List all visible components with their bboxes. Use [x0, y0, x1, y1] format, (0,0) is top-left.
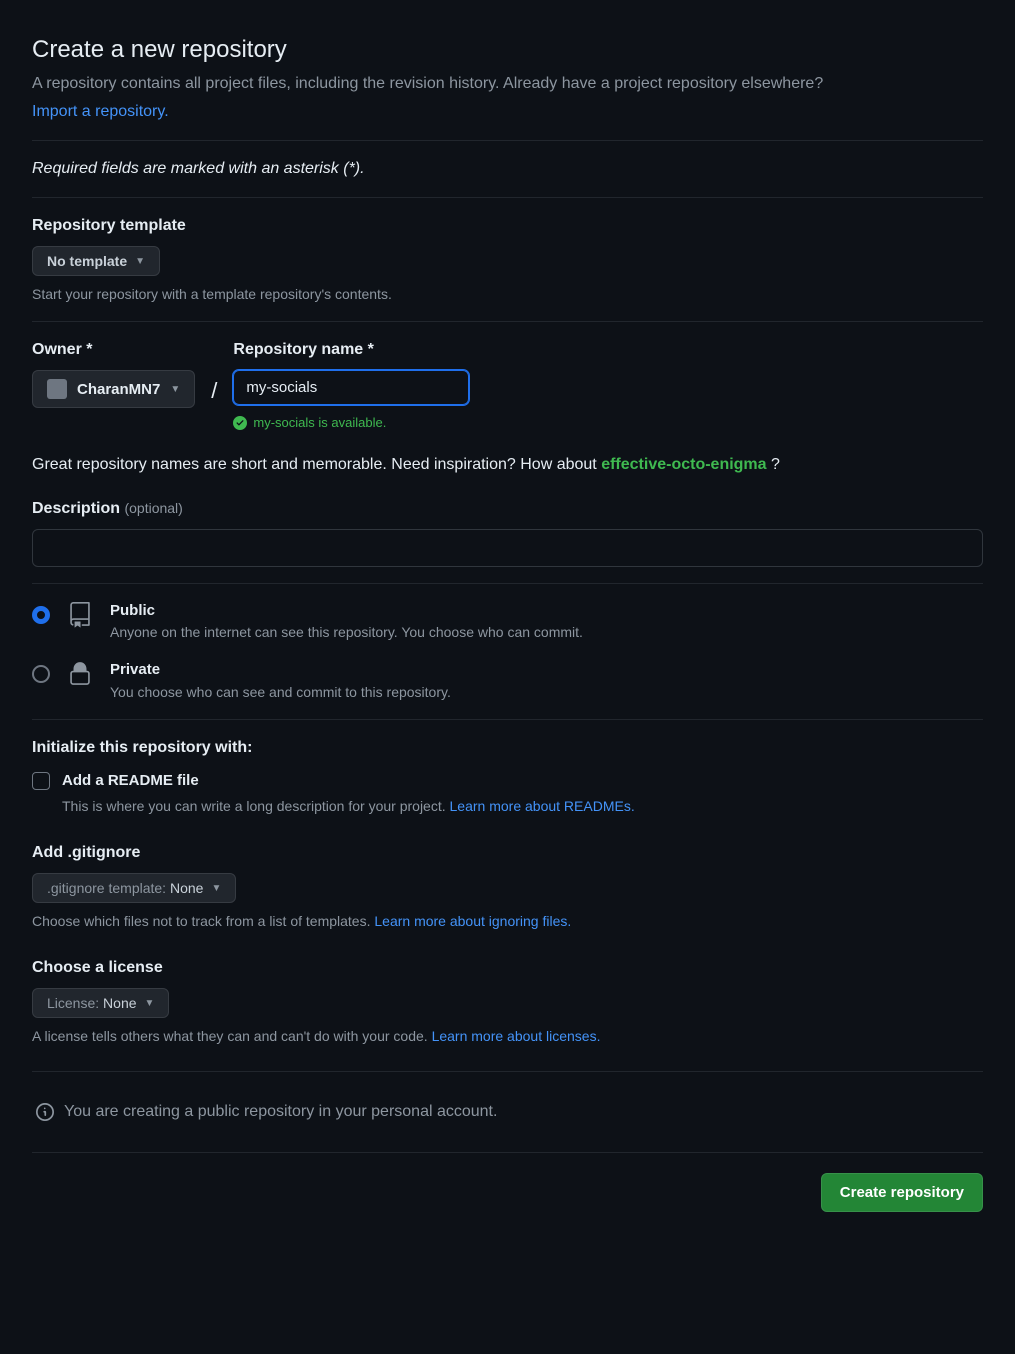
readme-option[interactable]: Add a README file — [32, 770, 983, 793]
license-help-text: A license tells others what they can and… — [32, 1028, 432, 1044]
import-repo-link[interactable]: Import a repository. — [32, 103, 169, 120]
description-input[interactable] — [32, 529, 983, 567]
gitignore-select-button[interactable]: .gitignore template: None ▼ — [32, 873, 236, 903]
license-help: A license tells others what they can and… — [32, 1026, 983, 1047]
caret-down-icon: ▼ — [211, 883, 221, 894]
readme-learn-more-link[interactable]: Learn more about READMEs. — [450, 798, 635, 814]
create-repository-button[interactable]: Create repository — [821, 1173, 983, 1212]
license-select-button[interactable]: License: None ▼ — [32, 988, 169, 1018]
reponame-label: Repository name * — [233, 338, 469, 362]
radio-private[interactable] — [32, 665, 50, 683]
divider — [32, 719, 983, 720]
gitignore-help: Choose which files not to track from a l… — [32, 911, 983, 932]
license-value: None — [103, 995, 136, 1011]
license-prefix: License: — [47, 995, 103, 1011]
availability-message: my-socials is available. — [233, 413, 469, 433]
init-heading: Initialize this repository with: — [32, 736, 983, 760]
inspiration-text: Great repository names are short and mem… — [32, 453, 983, 477]
info-icon — [36, 1103, 54, 1121]
divider — [32, 321, 983, 322]
private-title: Private — [110, 659, 451, 682]
caret-down-icon: ▼ — [170, 384, 180, 395]
divider — [32, 583, 983, 584]
reponame-input[interactable] — [233, 370, 469, 405]
radio-public[interactable] — [32, 606, 50, 624]
gitignore-help-text: Choose which files not to track from a l… — [32, 913, 374, 929]
inspiration-suffix: ? — [767, 456, 780, 473]
template-label: Repository template — [32, 214, 983, 238]
page-subtitle: A repository contains all project files,… — [32, 72, 983, 96]
readme-desc: This is where you can write a long descr… — [62, 796, 983, 817]
gitignore-learn-more-link[interactable]: Learn more about ignoring files. — [374, 913, 571, 929]
private-desc: You choose who can see and commit to thi… — [110, 682, 451, 703]
caret-down-icon: ▼ — [145, 998, 155, 1009]
inspiration-prefix: Great repository names are short and mem… — [32, 456, 601, 473]
repo-icon — [66, 602, 94, 628]
readme-label: Add a README file — [62, 770, 199, 793]
readme-desc-text: This is where you can write a long descr… — [62, 798, 450, 814]
template-help: Start your repository with a template re… — [32, 284, 983, 305]
template-value: No template — [47, 253, 127, 269]
suggested-name[interactable]: effective-octo-enigma — [601, 456, 766, 473]
divider — [32, 1071, 983, 1072]
license-label: Choose a license — [32, 956, 983, 980]
public-desc: Anyone on the internet can see this repo… — [110, 622, 583, 643]
divider — [32, 140, 983, 141]
owner-name: CharanMN7 — [77, 381, 160, 398]
gitignore-prefix: .gitignore template: — [47, 880, 170, 896]
info-text: You are creating a public repository in … — [64, 1100, 497, 1124]
owner-label: Owner * — [32, 338, 195, 362]
subtitle-text: A repository contains all project files,… — [32, 75, 823, 92]
visibility-public-option[interactable]: Public Anyone on the internet can see th… — [32, 600, 983, 644]
optional-text: (optional) — [124, 500, 182, 516]
license-learn-more-link[interactable]: Learn more about licenses. — [432, 1028, 601, 1044]
avatar — [47, 379, 67, 399]
required-fields-note: Required fields are marked with an aster… — [32, 157, 983, 181]
path-separator: / — [211, 374, 217, 407]
gitignore-value: None — [170, 880, 203, 896]
lock-icon — [66, 661, 94, 687]
description-label: Description (optional) — [32, 497, 983, 521]
public-title: Public — [110, 600, 583, 623]
caret-down-icon: ▼ — [135, 256, 145, 267]
info-message: You are creating a public repository in … — [32, 1088, 983, 1136]
description-label-text: Description — [32, 500, 120, 517]
gitignore-label: Add .gitignore — [32, 841, 983, 865]
availability-text: my-socials is available. — [253, 413, 386, 433]
page-title: Create a new repository — [32, 32, 983, 68]
check-circle-icon — [233, 416, 247, 430]
readme-checkbox[interactable] — [32, 772, 50, 790]
visibility-private-option[interactable]: Private You choose who can see and commi… — [32, 659, 983, 703]
owner-select-button[interactable]: CharanMN7 ▼ — [32, 370, 195, 408]
divider — [32, 197, 983, 198]
template-select-button[interactable]: No template ▼ — [32, 246, 160, 276]
divider — [32, 1152, 983, 1153]
